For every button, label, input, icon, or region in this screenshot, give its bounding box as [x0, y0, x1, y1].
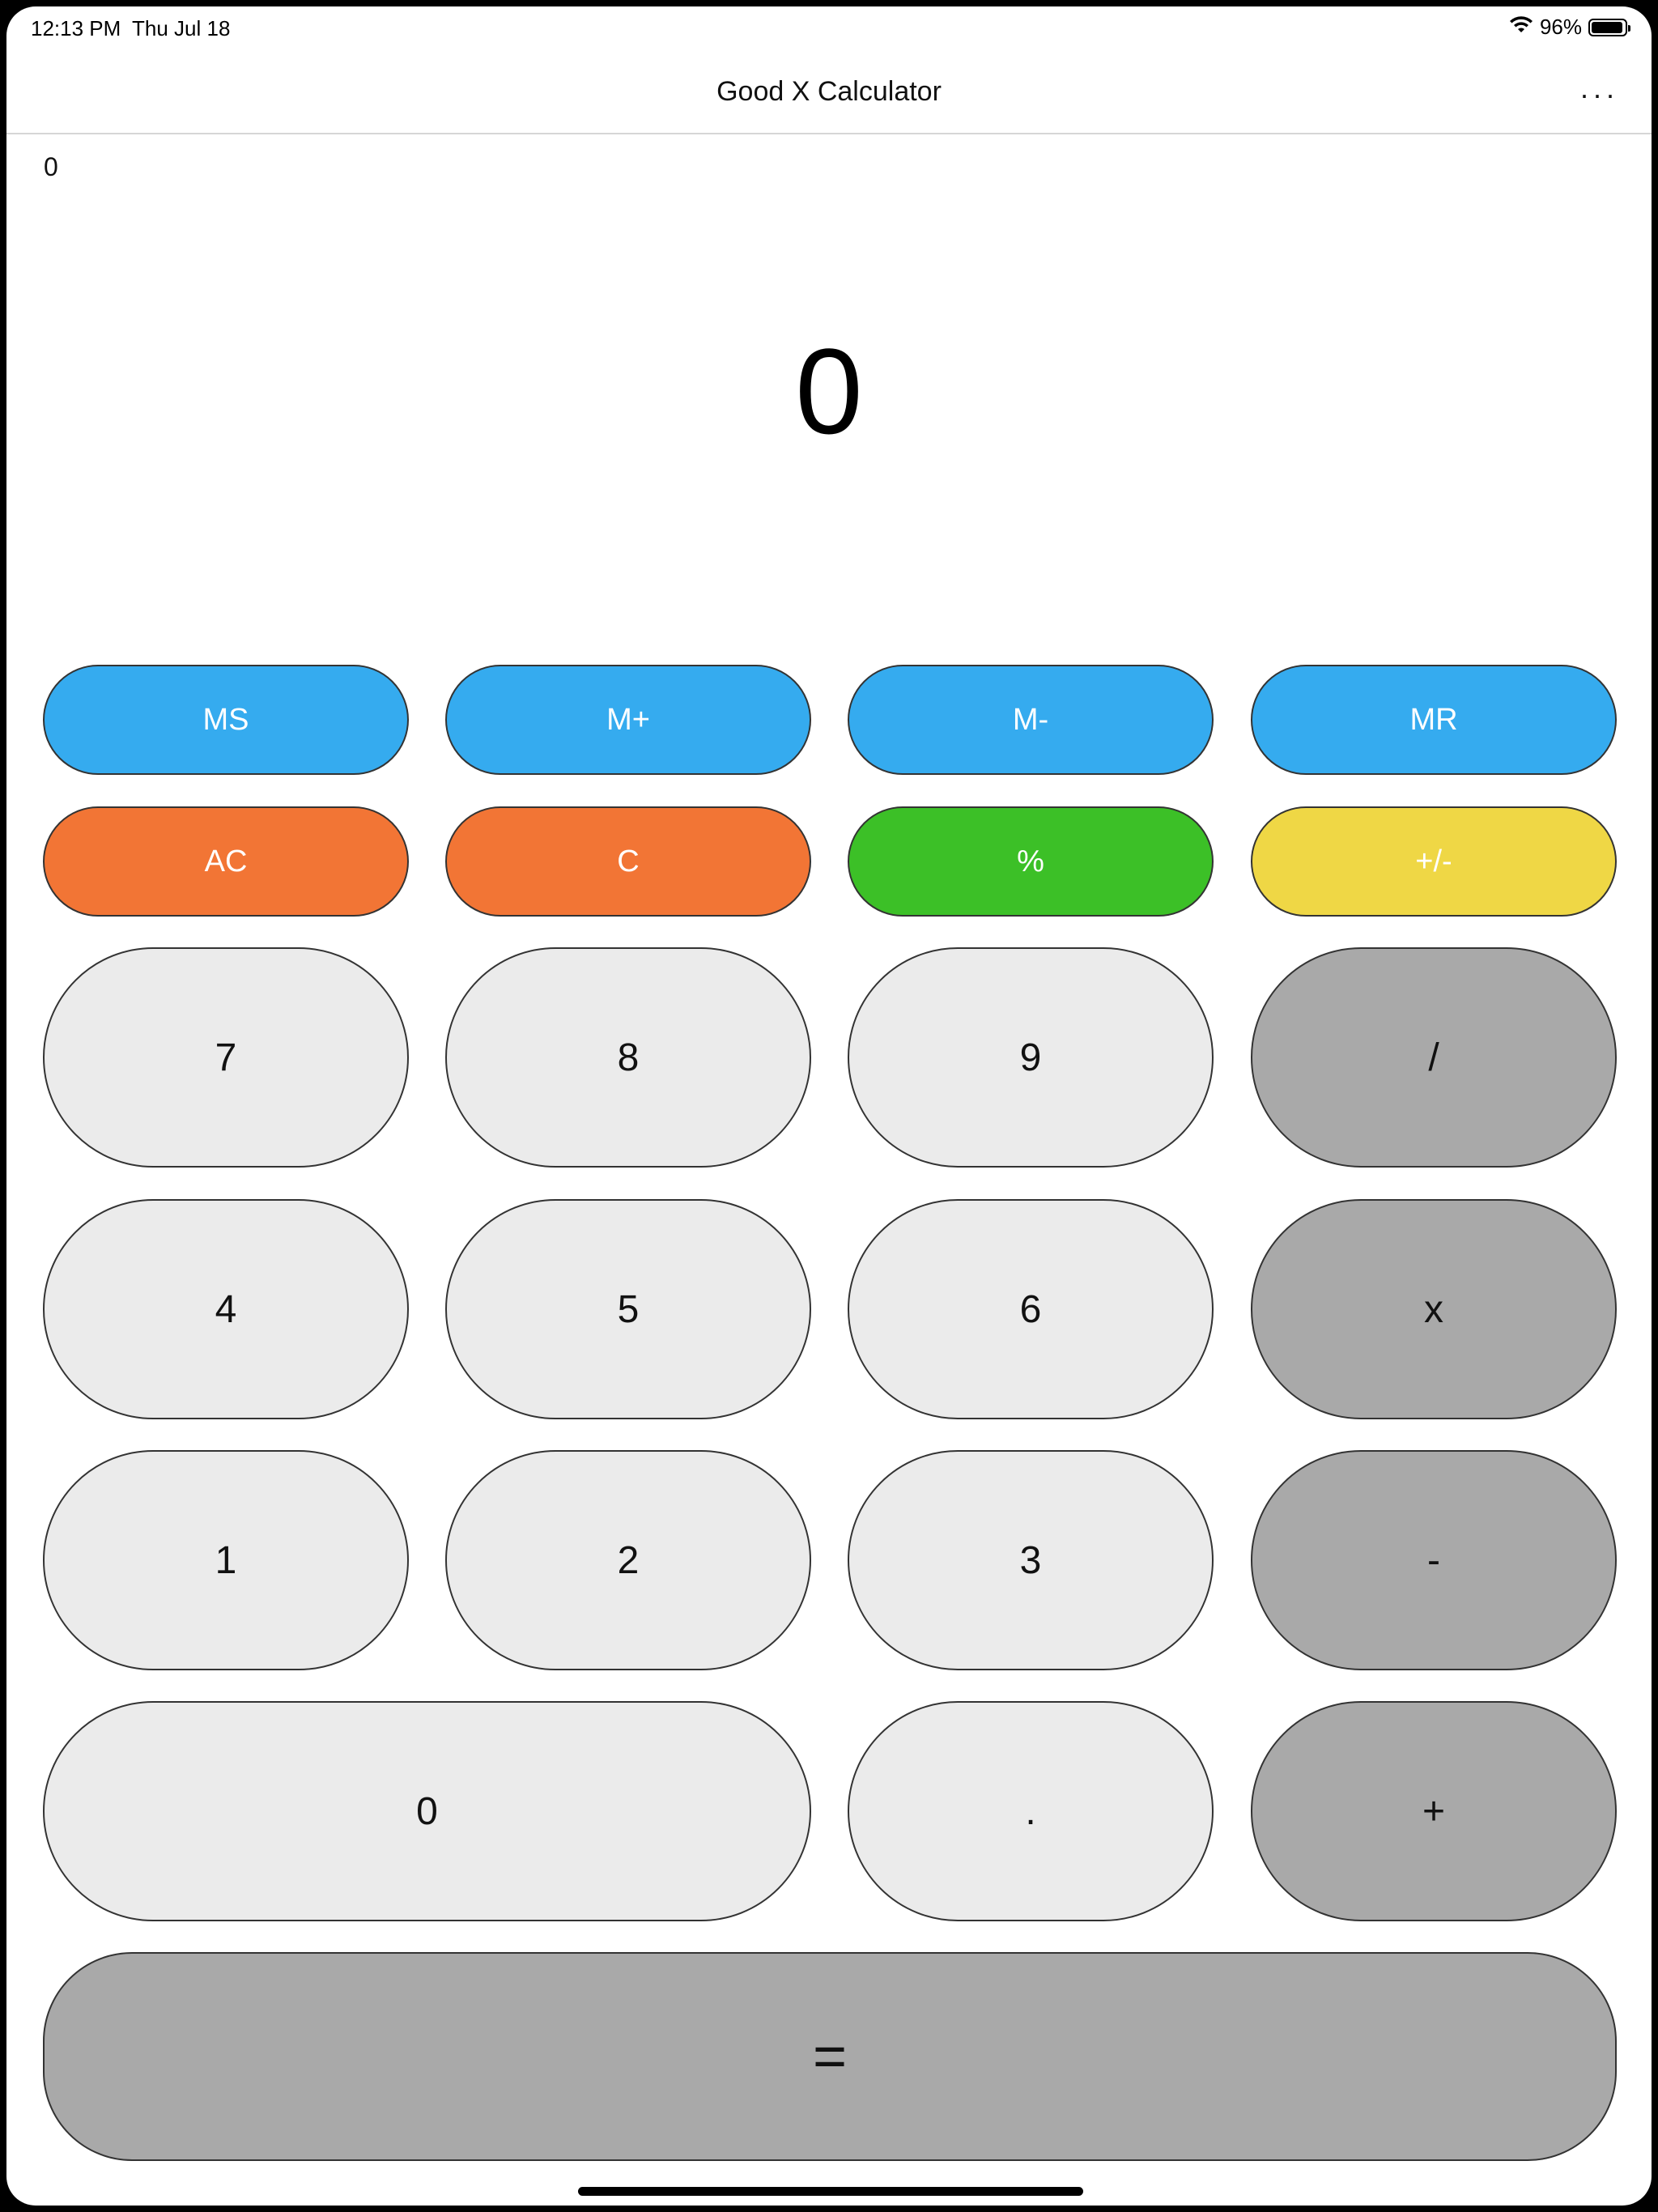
more-options-button[interactable]: ...	[1580, 71, 1619, 105]
navigation-bar: Good X Calculator ...	[6, 52, 1652, 134]
status-indicators: 96%	[1509, 15, 1630, 40]
battery-percent: 96%	[1539, 15, 1582, 39]
memory-add-button[interactable]: M+	[445, 665, 811, 775]
digit-1-button[interactable]: 1	[43, 1450, 409, 1670]
subtract-button[interactable]: -	[1251, 1450, 1617, 1670]
clear-button[interactable]: C	[445, 806, 811, 917]
memory-store-button[interactable]: MS	[43, 665, 409, 775]
all-clear-button[interactable]: AC	[43, 806, 409, 917]
page-title: Good X Calculator	[716, 76, 942, 107]
digit-5-button[interactable]: 5	[445, 1199, 811, 1419]
digit-2-button[interactable]: 2	[445, 1450, 811, 1670]
digit-9-button[interactable]: 9	[848, 947, 1214, 1168]
memory-subtract-button[interactable]: M-	[848, 665, 1214, 775]
digit-0-button[interactable]: 0	[43, 1701, 811, 1921]
status-bar: 12:13 PM Thu Jul 18 96%	[6, 6, 1652, 52]
wifi-icon	[1509, 15, 1533, 40]
status-time: 12:13 PM	[31, 16, 121, 40]
result-display: 0	[795, 323, 863, 459]
digit-4-button[interactable]: 4	[43, 1199, 409, 1419]
app-screen: 12:13 PM Thu Jul 18 96% Good X Calculato…	[6, 6, 1652, 2206]
multiply-button[interactable]: x	[1251, 1199, 1617, 1419]
memory-recall-button[interactable]: MR	[1251, 665, 1617, 775]
home-indicator[interactable]	[578, 2187, 1083, 2196]
digit-6-button[interactable]: 6	[848, 1199, 1214, 1419]
equals-button[interactable]: =	[43, 1952, 1617, 2161]
add-button[interactable]: +	[1251, 1701, 1617, 1921]
decimal-button[interactable]: .	[848, 1701, 1214, 1921]
percent-button[interactable]: %	[848, 806, 1214, 917]
digit-8-button[interactable]: 8	[445, 947, 811, 1168]
battery-icon	[1588, 18, 1630, 36]
digit-7-button[interactable]: 7	[43, 947, 409, 1168]
history-display: 0	[44, 152, 58, 181]
divide-button[interactable]: /	[1251, 947, 1617, 1168]
status-date: Thu Jul 18	[132, 16, 231, 40]
sign-toggle-button[interactable]: +/-	[1251, 806, 1617, 917]
digit-3-button[interactable]: 3	[848, 1450, 1214, 1670]
